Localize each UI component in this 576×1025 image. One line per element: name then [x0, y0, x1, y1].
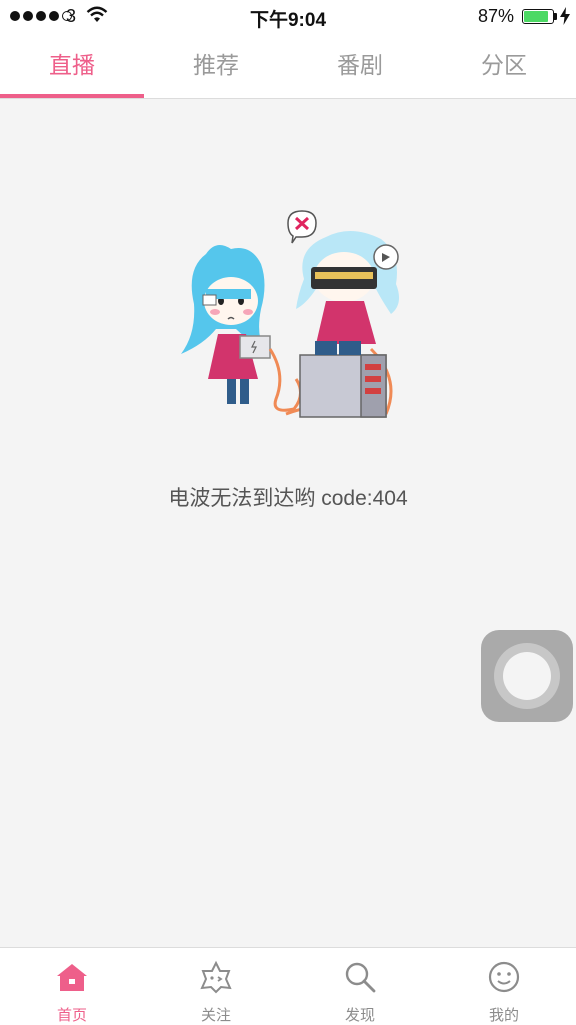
tab-anime-label: 番剧: [337, 52, 383, 78]
top-tab-bar: 直播 推荐 番剧 分区: [0, 34, 576, 99]
battery-percentage: 87%: [477, 6, 514, 26]
tab-categories[interactable]: 分区: [432, 34, 576, 98]
nav-discover-label: 发现: [344, 1007, 375, 1024]
error-message: 电波无法到达哟 code:404: [168, 487, 408, 510]
nav-home[interactable]: 首页: [0, 948, 144, 1025]
nav-follow-label: 关注: [200, 1007, 231, 1024]
nav-discover[interactable]: 发现: [288, 948, 432, 1025]
error-illustration: [181, 210, 400, 418]
tab-categories-label: 分区: [481, 52, 527, 78]
charging-icon: [560, 7, 570, 25]
search-icon: [345, 962, 376, 993]
battery-cap: [554, 13, 557, 20]
tab-live[interactable]: 直播: [0, 34, 144, 98]
profile-icon: [488, 961, 520, 993]
nav-home-label: 首页: [56, 1007, 87, 1024]
follow-icon: [200, 960, 232, 994]
nav-profile[interactable]: 我的: [432, 948, 576, 1025]
assistive-touch-button[interactable]: [481, 630, 573, 722]
bottom-tab-bar: 首页 关注 发现 我的: [0, 947, 576, 1025]
nav-profile-label: 我的: [488, 1007, 519, 1024]
home-icon: [57, 964, 87, 991]
tab-recommend-label: 推荐: [193, 52, 239, 78]
main-content: 电波无法到达哟 code:404: [0, 99, 576, 947]
tab-recommend[interactable]: 推荐: [144, 34, 288, 98]
status-bar: 3 下午9:04 87%: [0, 0, 576, 34]
nav-follow[interactable]: 关注: [144, 948, 288, 1025]
tab-live-label: 直播: [49, 52, 95, 78]
assistive-touch-center: [503, 652, 551, 700]
battery-icon: [522, 9, 554, 24]
tab-anime[interactable]: 番剧: [288, 34, 432, 98]
